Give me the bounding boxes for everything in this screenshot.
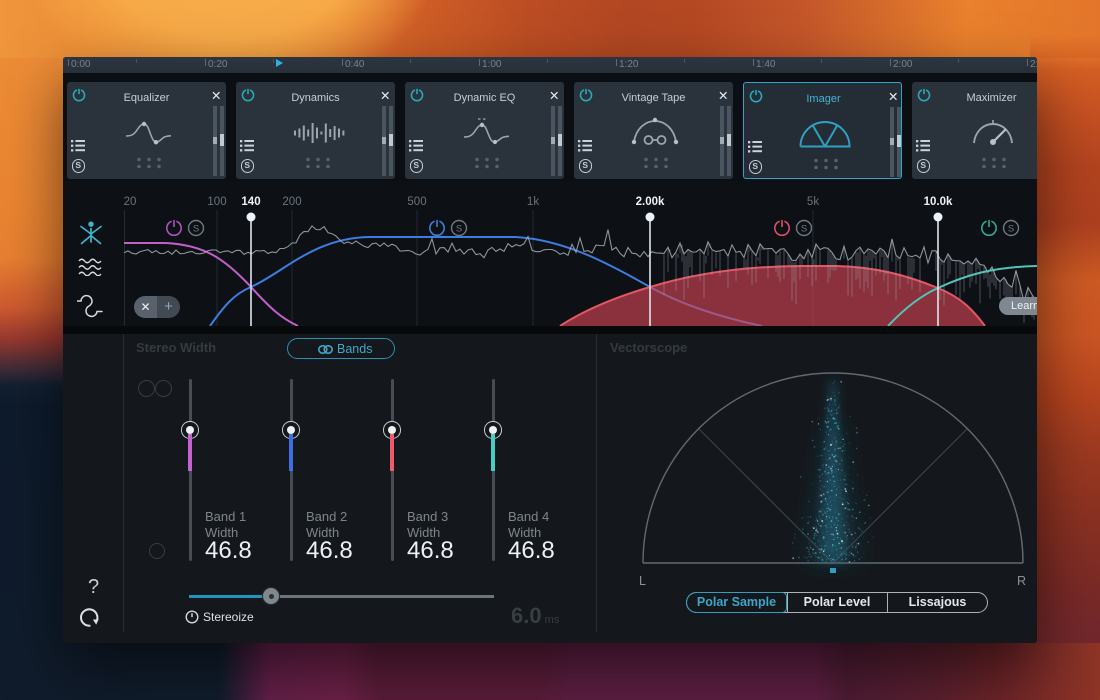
svg-text:S: S [801, 223, 807, 234]
svg-text:S: S [1008, 223, 1014, 234]
svg-text:S: S [456, 223, 462, 234]
svg-text:S: S [193, 223, 199, 234]
